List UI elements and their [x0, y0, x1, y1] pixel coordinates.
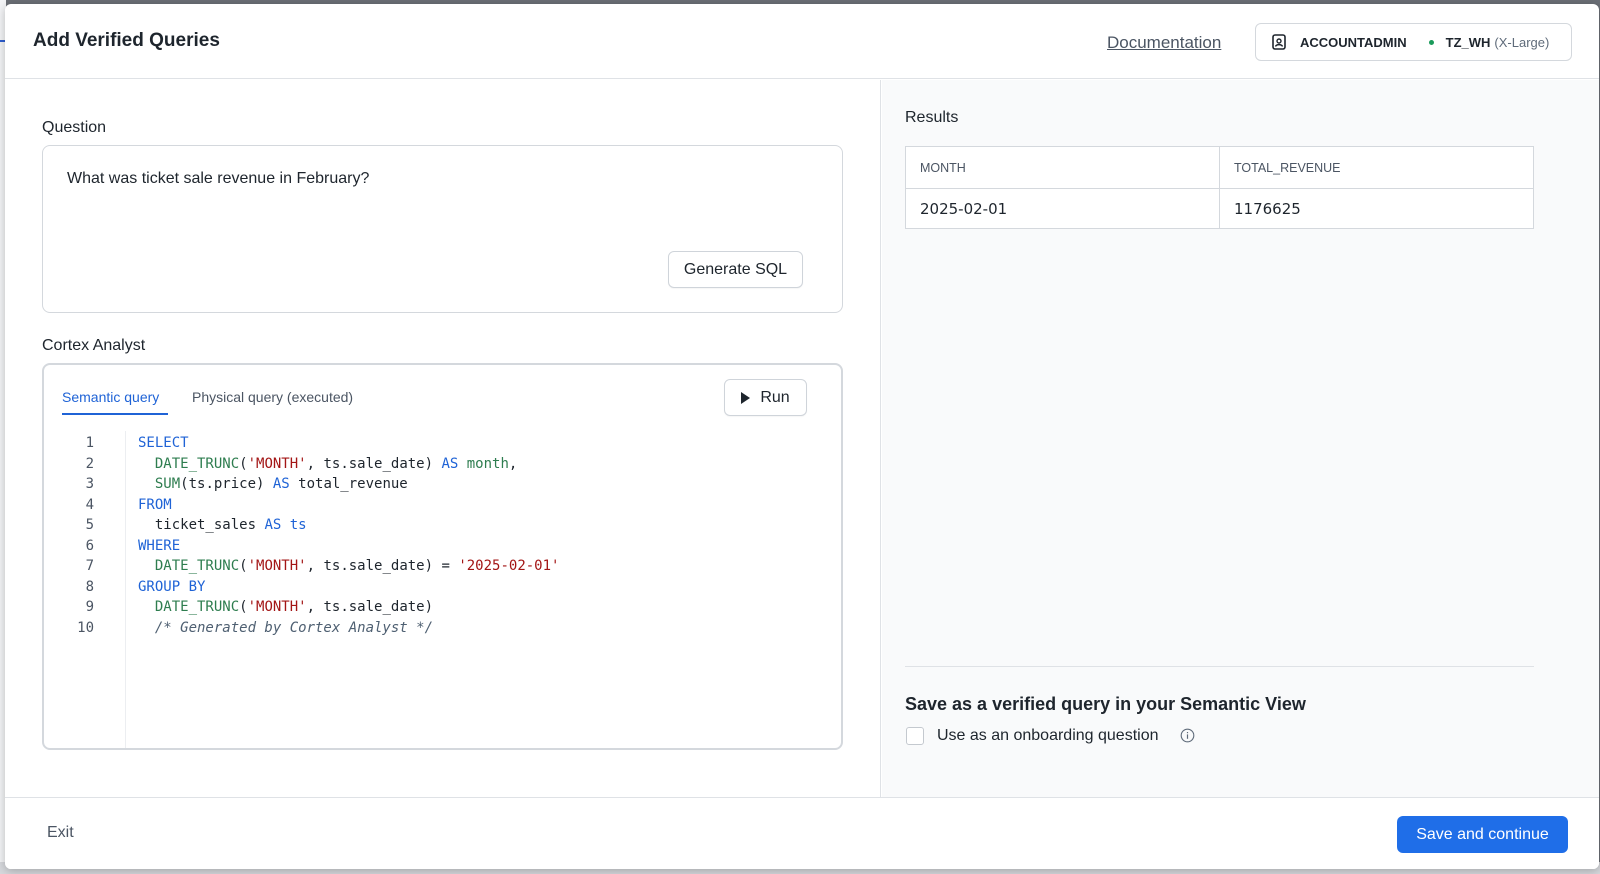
- code-token: 'MONTH': [247, 455, 307, 472]
- line-number: 5: [85, 517, 94, 533]
- exit-button[interactable]: Exit: [47, 824, 74, 842]
- code-token: AS: [264, 517, 282, 533]
- info-icon[interactable]: [1180, 728, 1195, 743]
- line-number: 9: [85, 599, 94, 615]
- code-text: ticket_sales AS ts: [138, 517, 307, 533]
- code-line: 8 GROUP BY: [44, 579, 841, 600]
- table-row: 2025-02-01 1176625: [905, 188, 1534, 229]
- tab-semantic-query[interactable]: Semantic query: [62, 389, 159, 405]
- code-token: WHERE: [138, 537, 181, 554]
- add-verified-queries-dialog: Add Verified Queries Documentation ACCOU…: [5, 4, 1599, 869]
- code-text: /* Generated by Cortex Analyst */: [138, 620, 433, 636]
- dialog-header: Add Verified Queries Documentation ACCOU…: [5, 4, 1599, 79]
- code-token: , ts.sale_date): [306, 455, 442, 472]
- code-token: , ts.sale_date): [306, 599, 434, 615]
- context-selector[interactable]: ACCOUNTADMIN TZ_WH (X-Large): [1255, 23, 1572, 61]
- code-token: total_revenue: [289, 476, 408, 492]
- line-number: 10: [77, 619, 94, 636]
- code-token: SELECT: [138, 435, 189, 451]
- code-line: 10 /* Generated by Cortex Analyst */: [44, 620, 841, 641]
- play-icon: [741, 391, 751, 404]
- code-token: DATE_TRUNC: [138, 599, 240, 615]
- table-cell: 2025-02-01: [905, 188, 1220, 229]
- results-pane: Results MONTH TOTAL_REVENUE 2025-02-01 1…: [882, 80, 1599, 797]
- code-line: 4 FROM: [44, 497, 841, 518]
- dialog-title: Add Verified Queries: [33, 30, 220, 51]
- line-number: 3: [85, 476, 94, 492]
- code-line: 5 ticket_sales AS ts: [44, 517, 841, 538]
- warehouse-status-dot: [1428, 39, 1434, 45]
- code-text: DATE_TRUNC('MONTH', ts.sale_date) = '202…: [138, 558, 560, 574]
- run-button-label: Run: [760, 388, 790, 406]
- onboarding-question-label[interactable]: Use as an onboarding question: [937, 727, 1159, 745]
- question-text[interactable]: What was ticket sale revenue in February…: [67, 170, 369, 188]
- query-editor-pane: Question What was ticket sale revenue in…: [5, 80, 881, 797]
- code-token: 'MONTH': [247, 558, 307, 574]
- documentation-link[interactable]: Documentation: [1107, 33, 1221, 53]
- role-name: ACCOUNTADMIN: [1300, 34, 1407, 50]
- line-number: 2: [85, 455, 94, 472]
- code-token: '2025-02-01': [458, 558, 560, 574]
- results-header-row: MONTH TOTAL_REVENUE: [905, 146, 1534, 189]
- section-divider: [905, 666, 1534, 667]
- dialog-footer: Exit Save and continue: [5, 797, 1599, 869]
- table-cell: 1176625: [1219, 188, 1534, 229]
- line-number: 7: [85, 558, 94, 574]
- code-token: /* Generated by Cortex Analyst */: [138, 619, 434, 636]
- column-header: TOTAL_REVENUE: [1219, 146, 1534, 189]
- code-token: (ts.price): [180, 476, 273, 492]
- line-number: 1: [85, 435, 94, 451]
- sql-code-editor[interactable]: 1 SELECT 2 DATE_TRUNC('MONTH', ts.sale_dat…: [44, 431, 841, 748]
- code-text: FROM: [138, 497, 172, 513]
- question-label: Question: [42, 119, 107, 136]
- code-token: DATE_TRUNC: [138, 455, 240, 472]
- code-text: SELECT: [138, 435, 189, 451]
- warehouse-size: (X-Large): [1494, 34, 1550, 50]
- code-token: ts: [281, 517, 307, 533]
- code-line: 3 SUM(ts.price) AS total_revenue: [44, 476, 841, 497]
- code-token: ,: [508, 455, 518, 472]
- code-token: AS: [441, 455, 459, 472]
- code-token: ticket_sales: [138, 517, 265, 533]
- code-text: DATE_TRUNC('MONTH', ts.sale_date) AS mon…: [138, 455, 518, 472]
- code-token: FROM: [138, 496, 172, 513]
- cortex-analyst-label: Cortex Analyst: [42, 337, 146, 354]
- code-token: AS: [272, 476, 290, 492]
- question-input[interactable]: What was ticket sale revenue in February…: [42, 145, 843, 313]
- code-text: SUM(ts.price) AS total_revenue: [138, 476, 408, 492]
- code-line: 7 DATE_TRUNC('MONTH', ts.sale_date) = '2…: [44, 558, 841, 579]
- line-number: 6: [85, 537, 94, 554]
- onboarding-question-checkbox[interactable]: [906, 727, 924, 745]
- code-token: , ts.sale_date) =: [306, 558, 459, 574]
- code-text: WHERE: [138, 538, 180, 554]
- results-label: Results: [905, 109, 959, 126]
- role-badge-icon: [1270, 33, 1288, 51]
- line-number: 8: [85, 578, 94, 595]
- code-token: GROUP BY: [138, 578, 206, 595]
- code-token: month: [458, 455, 509, 472]
- run-button[interactable]: Run: [724, 379, 807, 416]
- active-tab-indicator: [62, 413, 168, 415]
- code-token: (: [239, 455, 248, 472]
- line-number: 4: [85, 496, 94, 513]
- code-line: 9 DATE_TRUNC('MONTH', ts.sale_date): [44, 599, 841, 620]
- code-text: DATE_TRUNC('MONTH', ts.sale_date): [138, 599, 433, 615]
- code-text: GROUP BY: [138, 579, 205, 595]
- tab-physical-query[interactable]: Physical query (executed): [192, 389, 353, 405]
- code-token: (: [239, 599, 248, 615]
- save-and-continue-button[interactable]: Save and continue: [1397, 816, 1568, 853]
- column-header: MONTH: [905, 146, 1220, 189]
- results-table: MONTH TOTAL_REVENUE 2025-02-01 1176625: [905, 146, 1534, 229]
- code-token: (: [239, 558, 248, 574]
- code-line: 1 SELECT: [44, 435, 841, 456]
- code-token: DATE_TRUNC: [138, 558, 240, 574]
- code-line: 2 DATE_TRUNC('MONTH', ts.sale_date) AS m…: [44, 456, 841, 477]
- generate-sql-button[interactable]: Generate SQL: [668, 251, 803, 288]
- warehouse-name: TZ_WH: [1445, 34, 1491, 50]
- code-token: SUM: [138, 476, 181, 492]
- save-section-title: Save as a verified query in your Semanti…: [905, 694, 1306, 714]
- cortex-analyst-panel: Semantic query Physical query (executed)…: [42, 363, 843, 750]
- code-token: 'MONTH': [247, 599, 307, 615]
- code-line: 6 WHERE: [44, 538, 841, 559]
